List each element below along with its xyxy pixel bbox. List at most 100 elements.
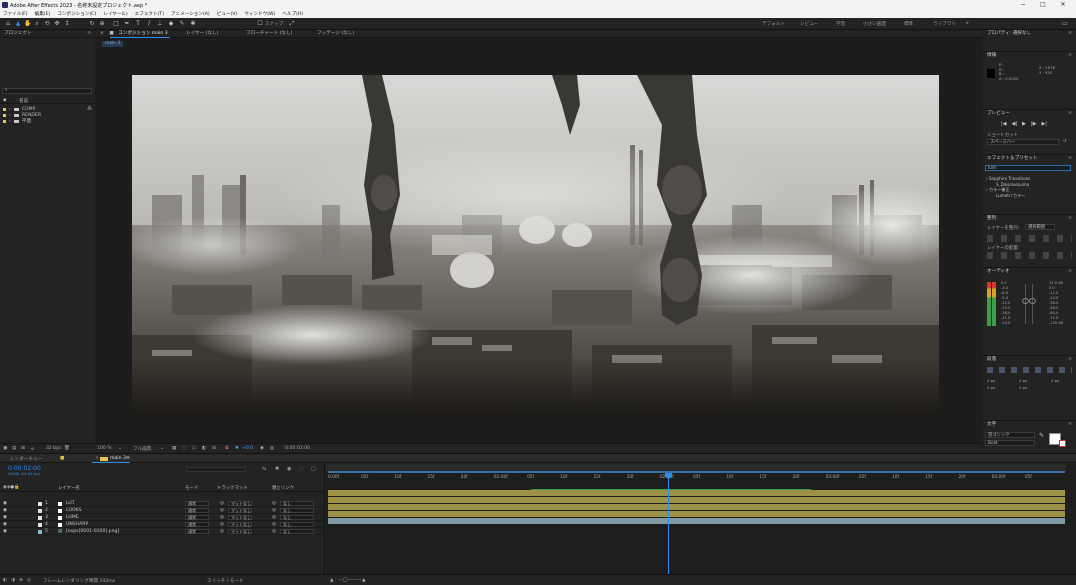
menu-file[interactable]: ファイル(F) <box>3 11 28 17</box>
tab-render-queue-menu-icon[interactable]: ■ <box>60 456 64 461</box>
workspace-libraries[interactable]: ライブラリ <box>933 21 956 27</box>
preview-panel-menu-icon[interactable]: ≡ <box>1068 110 1072 118</box>
project-item-solids[interactable]: › 平面 <box>0 118 95 124</box>
timeline-search-input[interactable] <box>186 467 246 472</box>
audio-fader-knob-left[interactable] <box>1022 298 1029 304</box>
layer-mode-select[interactable]: 通常 <box>185 514 209 520</box>
tab-flowchart[interactable]: フローチャート (なし) <box>246 30 292 38</box>
pan-tool-icon[interactable]: ✥ <box>53 20 61 28</box>
text-tool-icon[interactable]: T <box>134 20 142 28</box>
search-help-icon[interactable]: ▭ <box>1061 20 1069 28</box>
zoom-out-icon[interactable]: ▲ <box>330 578 334 583</box>
zoom-slider[interactable]: —◯——— <box>338 578 362 583</box>
minimize-button[interactable]: − <box>1017 1 1029 8</box>
align-buttons-row[interactable] <box>987 235 1072 242</box>
menu-view[interactable]: ビュー(V) <box>217 11 238 17</box>
shortcut-select[interactable]: スペースバー <box>987 139 1059 145</box>
zoom-in-icon[interactable]: ▲ <box>362 578 366 583</box>
composition-panel-close-icon[interactable]: × <box>100 31 104 36</box>
frame-blend-icon[interactable]: ▢ <box>311 466 316 472</box>
track-bar-looks[interactable] <box>328 497 1065 503</box>
effects-search-input[interactable]: lum <box>985 165 1071 171</box>
eraser-tool-icon[interactable]: ◆ <box>167 20 175 28</box>
selection-tool-icon[interactable]: ▲ <box>14 20 22 28</box>
parent-select[interactable]: なし <box>280 528 314 534</box>
mask-visibility-icon[interactable]: ⟡ <box>31 446 34 452</box>
info-panel-title[interactable]: 情報 <box>987 53 996 58</box>
dolly-tool-icon[interactable]: ↕ <box>63 20 71 28</box>
font-style-select[interactable]: Bold <box>985 440 1035 446</box>
layer-label-swatch[interactable] <box>38 501 42 506</box>
current-timecode[interactable]: 0:00:02:00 <box>8 465 41 472</box>
parent-select[interactable]: なし <box>280 514 314 520</box>
layer-label-swatch[interactable] <box>38 515 42 520</box>
playhead-line[interactable] <box>668 476 669 575</box>
composition-mini-flowchart-icon[interactable]: ⇆ <box>262 466 266 472</box>
close-button[interactable]: ✕ <box>1057 1 1069 8</box>
layer-name-column[interactable]: レイヤー名 <box>58 485 80 491</box>
draft-3d-icon[interactable]: ✱ <box>275 466 279 472</box>
parent-select[interactable]: なし <box>280 500 314 506</box>
layer-row-unsharp[interactable]: ◉ 4 UNSHARP 通常 ◎ マットなし ◎ なし <box>0 521 325 528</box>
track-matte-select[interactable]: マットなし <box>228 521 252 527</box>
audio-panel-title[interactable]: オーディオ <box>987 269 1010 274</box>
properties-panel-title[interactable]: プロパティ: 選択なし <box>987 31 1031 36</box>
time-ruler[interactable]: 0:00f05f10f15f20f01:00f05f10f15f20f02:00… <box>326 464 1066 484</box>
timeline-tab-menu-icon[interactable]: ≡ <box>126 456 130 461</box>
composition-viewer-frame[interactable] <box>132 75 939 417</box>
parent-select[interactable]: なし <box>280 521 314 527</box>
tab-composition[interactable]: コンポジション main 3 <box>118 31 167 36</box>
orbit-tool-icon[interactable]: ⟲ <box>43 20 51 28</box>
track-matte-select[interactable]: マットなし <box>228 500 252 506</box>
layer-row-footage[interactable]: ◉ 5 ▤ [exps[0001-0100].png] 通常 ◎ マットなし ◎… <box>0 528 325 535</box>
layer-name[interactable]: UNSHARP <box>66 522 88 527</box>
paragraph-panel-title[interactable]: 段落 <box>987 357 996 362</box>
viewer-timecode[interactable]: 0:00:02:00 <box>285 446 310 451</box>
camera-snapshot-icon[interactable]: ◉ <box>260 446 264 451</box>
stroke-color-swatch[interactable] <box>1059 440 1066 447</box>
channel-icon[interactable]: ◧ <box>202 446 206 451</box>
layer-row-lut[interactable]: ◉ 1 LUT 通常 ◎ マットなし ◎ なし <box>0 500 325 507</box>
parent-pick-whip-icon[interactable]: ◎ <box>272 501 276 506</box>
menu-animation[interactable]: アニメーション(A) <box>171 11 210 17</box>
tab-footage[interactable]: フッテージ (なし) <box>317 30 354 38</box>
menu-window[interactable]: ウィンドウ(W) <box>244 11 275 17</box>
track-matte-icon[interactable]: ◎ <box>220 501 224 506</box>
paragraph-panel-menu-icon[interactable]: ≡ <box>1068 356 1072 364</box>
workspace-review[interactable]: レビュー <box>800 21 818 27</box>
track-bar-lume[interactable] <box>328 504 1065 510</box>
rectangle-tool-icon[interactable]: □ <box>112 20 120 28</box>
play-icon[interactable]: ▶ <box>1022 121 1026 127</box>
track-bar-unsharp[interactable] <box>328 511 1065 517</box>
tab-layer[interactable]: レイヤー (なし) <box>186 30 218 38</box>
track-matte-select[interactable]: マットなし <box>228 507 252 513</box>
paragraph-indent-right[interactable]: 0 px <box>1019 378 1027 383</box>
region-icon[interactable]: ▣ <box>3 446 7 451</box>
visibility-eye-icon[interactable]: ◉ <box>3 501 7 506</box>
layer-switches-icon[interactable]: ◐ <box>3 578 7 583</box>
properties-panel-menu-icon[interactable]: ≡ <box>1068 30 1072 38</box>
workspace-more-button[interactable]: » <box>966 21 969 26</box>
effects-presets-panel-title[interactable]: エフェクト＆プリセット <box>987 156 1038 161</box>
show-snapshot-icon[interactable]: ◍ <box>270 446 274 451</box>
audio-fader-knob-right[interactable] <box>1029 298 1036 304</box>
audio-panel-menu-icon[interactable]: ≡ <box>1068 268 1072 276</box>
layer-row-lume[interactable]: ◉ 3 LUME 通常 ◎ マットなし ◎ なし <box>0 514 325 521</box>
project-panel-menu-icon[interactable]: ≡ <box>87 30 91 38</box>
chevron-down-icon[interactable]: ⌄ <box>160 446 164 451</box>
effects-presets-panel-menu-icon[interactable]: ≡ <box>1068 155 1072 163</box>
render-time-icon[interactable]: ◎ <box>27 578 31 583</box>
anchor-tool-icon[interactable]: ⊕ <box>98 20 106 28</box>
layer-label-swatch[interactable] <box>38 508 42 513</box>
in-out-icon[interactable]: ⊕ <box>19 578 23 583</box>
snapshot-icon[interactable]: ▤ <box>12 446 16 451</box>
menu-effect[interactable]: エフェクト(T) <box>135 11 164 17</box>
motion-blur-icon[interactable]: ◉ <box>287 466 291 472</box>
preview-panel-title[interactable]: プレビュー <box>987 111 1010 116</box>
project-search-input[interactable]: ⌕ <box>2 88 92 94</box>
layer-name[interactable]: [exps[0001-0100].png] <box>66 529 119 534</box>
track-matte-select[interactable]: マットなし <box>228 528 252 534</box>
paragraph-alignment-buttons[interactable] <box>987 367 1072 373</box>
mode-column[interactable]: モード <box>185 485 198 491</box>
distribute-buttons-row[interactable] <box>987 252 1072 259</box>
